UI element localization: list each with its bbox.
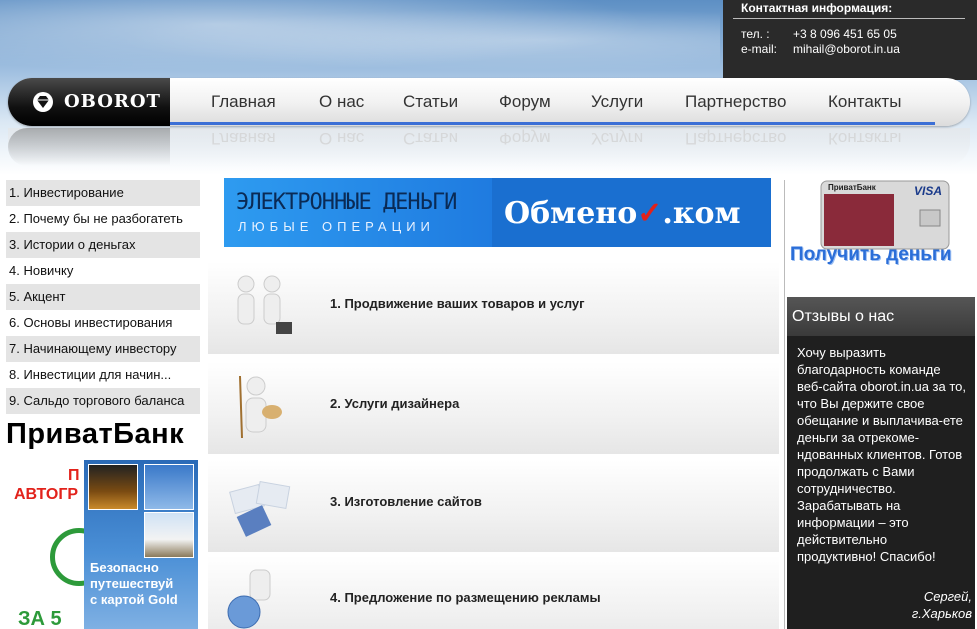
nav-reflection-text: Услуги — [591, 129, 644, 148]
checkmark-icon: ✓ — [637, 196, 663, 231]
get-money-link[interactable]: Получить деньги — [790, 244, 952, 266]
email-row: e-mail: mihail@oborot.in.ua — [741, 42, 900, 56]
nav-reflection-text: Форум — [499, 129, 551, 148]
sidebar-item-beginner[interactable]: 4. Новичку — [6, 258, 200, 284]
sidebar-item-new-investor[interactable]: 7. Начинающему инвестору — [6, 336, 200, 362]
privatbank-ad-banner[interactable]: П АВТОГР ЗА 5 Безопасно путешествуй с ка… — [6, 460, 198, 629]
card-ad-line: с картой Gold — [90, 592, 178, 607]
exchange-banner[interactable]: ЭЛЕКТРОННЫЕ ДЕНЬГИ ЛЮБЫЕ ОПЕРАЦИИ Обмено… — [224, 178, 771, 247]
sidebar-item-trade-balance[interactable]: 9. Сальдо торгового баланса — [6, 388, 200, 414]
reviews-header: Отзывы о нас — [787, 298, 975, 336]
logo-text: OBOROT — [64, 91, 161, 112]
sidebar-item-get-rich[interactable]: 2. Почему бы не разбогатеть — [6, 206, 200, 232]
handshake-icon — [237, 275, 292, 334]
nav-reflection-text: Контакты — [828, 129, 902, 148]
taj-mahal-photo — [144, 512, 194, 558]
service-item-websites[interactable]: 3. Изготовление сайтов — [208, 460, 779, 552]
globe-icon — [227, 569, 271, 629]
travel-card-ad: Безопасно путешествуй с картой Gold — [84, 460, 198, 629]
column-divider — [784, 180, 785, 629]
service-title: 2. Услуги дизайнера — [330, 396, 460, 411]
visa-logo: VISA — [914, 184, 943, 198]
nav-about[interactable]: О нас — [319, 92, 364, 112]
statue-of-liberty-photo — [144, 464, 194, 510]
reviews-title: Отзывы о нас — [792, 308, 895, 325]
review-author: Сергей, г.Харьков — [912, 588, 972, 622]
service-title: 4. Предложение по размещению рекламы — [330, 590, 601, 605]
brand-end: .ком — [662, 196, 741, 231]
review-author-city: г.Харьков — [911, 606, 972, 621]
service-item-advertising[interactable]: 4. Предложение по размещению рекламы — [208, 556, 779, 629]
service-title: 3. Изготовление сайтов — [330, 494, 482, 509]
nav-reflection-text: Главная — [211, 129, 276, 148]
bank-card-ad[interactable]: ПриватБанк VISA — [820, 180, 950, 250]
world-map-decoration — [0, 0, 720, 80]
nav-forum[interactable]: Форум — [499, 92, 551, 112]
diamond-icon — [33, 92, 53, 112]
card-ad-line: Безопасно — [90, 560, 159, 575]
banner-offer: ЗА 5 — [18, 608, 62, 629]
sidebar-menu: 1. Инвестирование 2. Почему бы не разбог… — [6, 180, 200, 414]
nav-articles[interactable]: Статьи — [403, 92, 458, 112]
banner-right-panel: Обмено✓.ком — [492, 178, 771, 247]
nav-reflection-text: О нас — [319, 129, 365, 148]
nav-reflection-text: Партнерство — [685, 129, 787, 148]
card-bank-label: ПриватБанк — [828, 183, 876, 192]
phone-value: +3 8 096 451 65 05 — [793, 27, 897, 41]
banner-subheadline: АВТОГР — [14, 486, 79, 503]
contact-info-box: Контактная информация: тел. : +3 8 096 45… — [723, 0, 977, 80]
email-label: e-mail: — [741, 42, 778, 56]
sidebar-item-money-stories[interactable]: 3. Истории о деньгах — [6, 232, 200, 258]
sidebar-item-investing[interactable]: 1. Инвестирование — [6, 180, 200, 206]
painter-icon — [239, 375, 282, 439]
service-item-design[interactable]: 2. Услуги дизайнера — [208, 362, 779, 454]
email-link[interactable]: mihail@oborot.in.ua — [793, 42, 900, 56]
privatbank-title: ПриватБанк — [6, 418, 185, 450]
contact-title: Контактная информация: — [741, 1, 893, 15]
puzzle-icon — [229, 480, 291, 537]
banner-brand: Обмено✓.ком — [504, 196, 741, 231]
review-author-name: Сергей, — [923, 589, 972, 604]
banner-subtitle: ЛЮБЫЕ ОПЕРАЦИИ — [238, 219, 435, 234]
review-text: Хочу выразить благодарность команде веб-… — [797, 345, 966, 564]
logo-reflection — [8, 128, 170, 166]
service-item-promotion[interactable]: 1. Продвижение ваших товаров и услуг — [208, 262, 779, 354]
site-logo[interactable]: OBOROT — [8, 78, 170, 126]
nav-home[interactable]: Главная — [211, 92, 276, 112]
card-ad-text: Безопасно путешествуй с картой Gold — [90, 560, 178, 608]
banner-title: ЭЛЕКТРОННЫЕ ДЕНЬГИ — [236, 190, 457, 215]
sidebar-item-accent[interactable]: 5. Акцент — [6, 284, 200, 310]
nav-services[interactable]: Услуги — [591, 92, 643, 112]
banner-left-panel: ЭЛЕКТРОННЫЕ ДЕНЬГИ ЛЮБЫЕ ОПЕРАЦИИ — [224, 178, 492, 247]
nav-contacts[interactable]: Контакты — [828, 92, 901, 112]
reviews-panel: Отзывы о нас Хочу выразить благодарность… — [787, 297, 975, 629]
sidebar-item-investing-basics[interactable]: 6. Основы инвестирования — [6, 310, 200, 336]
kremlin-photo — [88, 464, 138, 510]
nav-partnership[interactable]: Партнерство — [685, 92, 786, 112]
phone-label: тел. : — [741, 27, 770, 41]
card-ad-line: путешествуй — [90, 576, 174, 591]
nav-reflection-text: Статьи — [403, 129, 459, 148]
service-title: 1. Продвижение ваших товаров и услуг — [330, 296, 585, 311]
sidebar-item-investments-for-beginners[interactable]: 8. Инвестиции для начин... — [6, 362, 200, 388]
banner-headline: П — [68, 467, 80, 484]
brand-start: Обмено — [504, 196, 638, 231]
phone-row: тел. : +3 8 096 451 65 05 — [741, 27, 897, 41]
divider — [733, 18, 965, 19]
